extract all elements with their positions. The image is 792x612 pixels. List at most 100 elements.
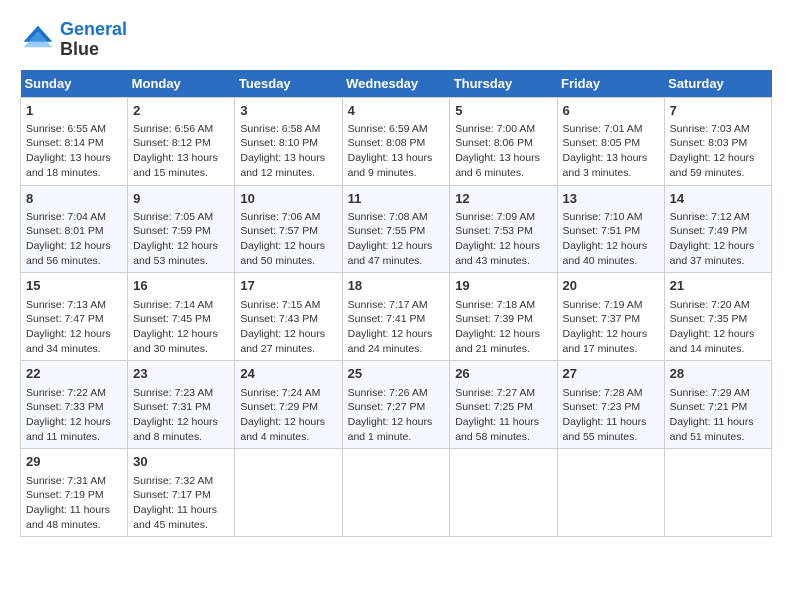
daylight-text: Daylight: 12 hours and 56 minutes. [26,240,111,267]
day-number: 24 [240,365,336,383]
sunset-text: Sunset: 7:23 PM [563,401,641,413]
sunset-text: Sunset: 7:47 PM [26,313,104,325]
daylight-text: Daylight: 11 hours and 58 minutes. [455,416,539,443]
day-number: 8 [26,190,122,208]
sunrise-text: Sunrise: 7:27 AM [455,387,535,399]
weekday-header-tuesday: Tuesday [235,70,342,98]
calendar-week-row: 22Sunrise: 7:22 AMSunset: 7:33 PMDayligh… [21,361,772,449]
weekday-header-thursday: Thursday [450,70,557,98]
calendar-cell [664,449,771,537]
calendar-cell: 23Sunrise: 7:23 AMSunset: 7:31 PMDayligh… [128,361,235,449]
daylight-text: Daylight: 11 hours and 48 minutes. [26,504,110,531]
sunrise-text: Sunrise: 7:14 AM [133,299,213,311]
day-number: 1 [26,102,122,120]
calendar-cell: 22Sunrise: 7:22 AMSunset: 7:33 PMDayligh… [21,361,128,449]
sunrise-text: Sunrise: 7:23 AM [133,387,213,399]
weekday-header-monday: Monday [128,70,235,98]
calendar-cell [557,449,664,537]
day-number: 18 [348,277,445,295]
daylight-text: Daylight: 12 hours and 24 minutes. [348,328,433,355]
day-number: 5 [455,102,551,120]
daylight-text: Daylight: 12 hours and 11 minutes. [26,416,111,443]
sunset-text: Sunset: 8:10 PM [240,137,318,149]
sunrise-text: Sunrise: 7:10 AM [563,211,643,223]
daylight-text: Daylight: 13 hours and 3 minutes. [563,152,648,179]
sunset-text: Sunset: 7:17 PM [133,489,211,501]
page-header: General Blue [20,20,772,60]
daylight-text: Daylight: 12 hours and 27 minutes. [240,328,325,355]
logo-icon [20,22,56,58]
daylight-text: Daylight: 11 hours and 51 minutes. [670,416,754,443]
logo-text: General Blue [60,20,127,60]
daylight-text: Daylight: 12 hours and 59 minutes. [670,152,755,179]
calendar-week-row: 1Sunrise: 6:55 AMSunset: 8:14 PMDaylight… [21,97,772,185]
daylight-text: Daylight: 11 hours and 45 minutes. [133,504,217,531]
daylight-text: Daylight: 12 hours and 53 minutes. [133,240,218,267]
sunrise-text: Sunrise: 7:22 AM [26,387,106,399]
calendar-cell: 30Sunrise: 7:32 AMSunset: 7:17 PMDayligh… [128,449,235,537]
weekday-header-saturday: Saturday [664,70,771,98]
calendar-cell: 18Sunrise: 7:17 AMSunset: 7:41 PMDayligh… [342,273,450,361]
day-number: 16 [133,277,229,295]
calendar-cell: 3Sunrise: 6:58 AMSunset: 8:10 PMDaylight… [235,97,342,185]
calendar-cell: 2Sunrise: 6:56 AMSunset: 8:12 PMDaylight… [128,97,235,185]
sunrise-text: Sunrise: 7:15 AM [240,299,320,311]
daylight-text: Daylight: 12 hours and 21 minutes. [455,328,540,355]
sunrise-text: Sunrise: 7:18 AM [455,299,535,311]
sunrise-text: Sunrise: 6:55 AM [26,123,106,135]
daylight-text: Daylight: 12 hours and 14 minutes. [670,328,755,355]
day-number: 7 [670,102,766,120]
day-number: 21 [670,277,766,295]
day-number: 13 [563,190,659,208]
sunrise-text: Sunrise: 7:20 AM [670,299,750,311]
sunset-text: Sunset: 7:51 PM [563,225,641,237]
day-number: 20 [563,277,659,295]
day-number: 11 [348,190,445,208]
weekday-header-row: SundayMondayTuesdayWednesdayThursdayFrid… [21,70,772,98]
calendar-cell: 4Sunrise: 6:59 AMSunset: 8:08 PMDaylight… [342,97,450,185]
sunrise-text: Sunrise: 7:01 AM [563,123,643,135]
day-number: 27 [563,365,659,383]
day-number: 26 [455,365,551,383]
sunrise-text: Sunrise: 7:05 AM [133,211,213,223]
calendar-week-row: 15Sunrise: 7:13 AMSunset: 7:47 PMDayligh… [21,273,772,361]
daylight-text: Daylight: 13 hours and 18 minutes. [26,152,111,179]
calendar-cell: 6Sunrise: 7:01 AMSunset: 8:05 PMDaylight… [557,97,664,185]
daylight-text: Daylight: 11 hours and 55 minutes. [563,416,647,443]
calendar-cell: 10Sunrise: 7:06 AMSunset: 7:57 PMDayligh… [235,185,342,273]
day-number: 9 [133,190,229,208]
sunset-text: Sunset: 8:03 PM [670,137,748,149]
day-number: 6 [563,102,659,120]
sunrise-text: Sunrise: 7:31 AM [26,475,106,487]
calendar-cell: 26Sunrise: 7:27 AMSunset: 7:25 PMDayligh… [450,361,557,449]
sunrise-text: Sunrise: 6:58 AM [240,123,320,135]
sunrise-text: Sunrise: 7:13 AM [26,299,106,311]
calendar-cell: 14Sunrise: 7:12 AMSunset: 7:49 PMDayligh… [664,185,771,273]
daylight-text: Daylight: 12 hours and 37 minutes. [670,240,755,267]
calendar-cell [342,449,450,537]
day-number: 2 [133,102,229,120]
sunset-text: Sunset: 8:12 PM [133,137,211,149]
sunset-text: Sunset: 8:08 PM [348,137,426,149]
calendar-cell: 12Sunrise: 7:09 AMSunset: 7:53 PMDayligh… [450,185,557,273]
calendar-cell: 24Sunrise: 7:24 AMSunset: 7:29 PMDayligh… [235,361,342,449]
calendar-cell: 16Sunrise: 7:14 AMSunset: 7:45 PMDayligh… [128,273,235,361]
sunrise-text: Sunrise: 7:08 AM [348,211,428,223]
sunrise-text: Sunrise: 7:12 AM [670,211,750,223]
daylight-text: Daylight: 12 hours and 50 minutes. [240,240,325,267]
daylight-text: Daylight: 12 hours and 47 minutes. [348,240,433,267]
sunset-text: Sunset: 7:53 PM [455,225,533,237]
sunrise-text: Sunrise: 7:19 AM [563,299,643,311]
sunset-text: Sunset: 7:45 PM [133,313,211,325]
sunset-text: Sunset: 7:31 PM [133,401,211,413]
daylight-text: Daylight: 12 hours and 8 minutes. [133,416,218,443]
calendar-cell [235,449,342,537]
sunset-text: Sunset: 8:06 PM [455,137,533,149]
sunset-text: Sunset: 7:55 PM [348,225,426,237]
calendar-cell: 5Sunrise: 7:00 AMSunset: 8:06 PMDaylight… [450,97,557,185]
sunrise-text: Sunrise: 7:29 AM [670,387,750,399]
sunrise-text: Sunrise: 6:56 AM [133,123,213,135]
day-number: 14 [670,190,766,208]
daylight-text: Daylight: 12 hours and 40 minutes. [563,240,648,267]
daylight-text: Daylight: 12 hours and 4 minutes. [240,416,325,443]
